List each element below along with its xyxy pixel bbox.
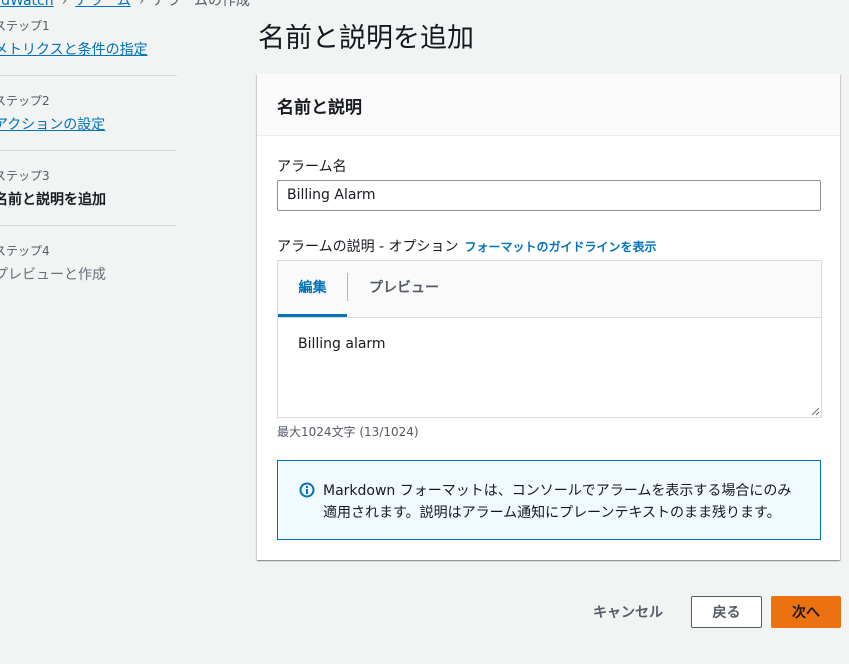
step-2: ステップ2 アクションの設定 <box>0 92 178 134</box>
step-link-actions[interactable]: アクションの設定 <box>0 114 178 134</box>
tab-edit[interactable]: 編集 <box>278 261 347 317</box>
description-textarea[interactable]: Billing alarm <box>298 336 386 352</box>
breadcrumb-separator-icon: › <box>138 0 145 9</box>
alarm-name-input[interactable]: Billing Alarm <box>277 180 821 211</box>
panel-title: 名前と説明 <box>277 98 362 118</box>
tab-preview[interactable]: プレビュー <box>348 261 460 317</box>
info-message: Markdown フォーマットは、コンソールでアラームを表示する場合にのみ適用さ… <box>323 483 792 521</box>
breadcrumb: CloudWatch › アラーム › アラームの作成 <box>0 0 250 10</box>
format-guidelines-link[interactable]: フォーマットのガイドラインを表示 <box>465 240 657 254</box>
step-current-name-description: 名前と説明を追加 <box>0 192 106 208</box>
name-description-panel: 名前と説明 アラーム名 Billing Alarm アラームの説明 - オプショ… <box>257 74 840 560</box>
breadcrumb-separator-icon: › <box>61 0 68 9</box>
description-label-row: アラームの説明 - オプション フォーマットのガイドラインを表示 <box>277 236 657 256</box>
step-preview-create: プレビューと作成 <box>0 267 106 283</box>
info-icon <box>299 482 315 498</box>
cancel-button[interactable]: キャンセル <box>585 596 671 628</box>
step-label: ステップ1 <box>0 19 50 33</box>
breadcrumb-create-alarm: アラームの作成 <box>152 0 250 9</box>
back-button[interactable]: 戻る <box>691 596 762 628</box>
character-count: 最大1024文字 (13/1024) <box>277 425 419 439</box>
step-1: ステップ1 メトリクスと条件の指定 <box>0 17 178 59</box>
breadcrumb-alarms[interactable]: アラーム <box>75 0 131 9</box>
step-link-metrics[interactable]: メトリクスと条件の指定 <box>0 39 178 59</box>
description-editor: 編集 プレビュー Billing alarm <box>277 260 822 418</box>
breadcrumb-cloudwatch[interactable]: CloudWatch <box>0 0 54 9</box>
page-title: 名前と説明を追加 <box>258 23 474 54</box>
resize-handle-icon[interactable] <box>810 406 820 416</box>
description-label: アラームの説明 - オプション <box>277 239 459 255</box>
editor-tabs: 編集 プレビュー <box>278 261 821 318</box>
step-divider <box>0 225 177 226</box>
step-divider <box>0 75 177 76</box>
step-label: ステップ2 <box>0 94 50 108</box>
step-divider <box>0 150 177 151</box>
step-3: ステップ3 名前と説明を追加 <box>0 167 178 209</box>
step-4: ステップ4 プレビューと作成 <box>0 242 178 284</box>
step-label: ステップ3 <box>0 169 50 183</box>
next-button[interactable]: 次へ <box>771 596 841 628</box>
step-label: ステップ4 <box>0 244 50 258</box>
alarm-name-label: アラーム名 <box>277 159 347 175</box>
markdown-info-alert: Markdown フォーマットは、コンソールでアラームを表示する場合にのみ適用さ… <box>277 460 821 540</box>
